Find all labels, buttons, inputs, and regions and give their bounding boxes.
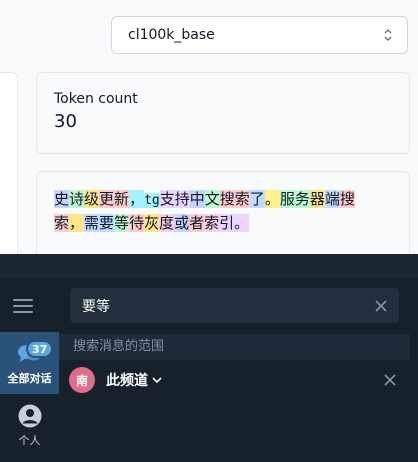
channel-scope-label: 此频道 — [106, 373, 148, 389]
folder-personal-label: 个人 — [18, 434, 41, 447]
token-span: 索 — [204, 214, 220, 232]
unread-badge: 37 — [26, 340, 54, 358]
token-span: 灰 — [144, 214, 160, 232]
search-input[interactable] — [82, 297, 375, 314]
token-span: 文 — [204, 190, 220, 208]
left-panel-card — [0, 72, 18, 274]
token-span: 需要 — [84, 214, 115, 232]
encoding-select-value: cl100k_base — [128, 27, 215, 43]
channel-avatar: 南 — [69, 367, 95, 393]
overlay-title-bar — [0, 254, 418, 278]
tokenized-text-card: 史诗级更新，tg支持中文搜索了。服务器端搜索，需要等待灰度或者索引。 — [36, 171, 410, 261]
token-span: 中 — [189, 190, 205, 208]
token-span: 器 — [309, 190, 325, 208]
token-count-card: Token count 30 — [36, 72, 410, 154]
search-scope-header: 搜索消息的范围 — [59, 334, 410, 360]
search-scope-channel[interactable]: 南 此频道 — [59, 360, 410, 400]
token-span: 搜 — [339, 190, 355, 208]
token-count-label: Token count — [54, 91, 138, 107]
token-span: ， — [69, 214, 85, 232]
folder-sidebar: 37 全部对话 个人 — [0, 332, 59, 462]
folder-all-chats-label: 全部对话 — [7, 372, 52, 385]
tokenized-text: 史诗级更新，tg支持中文搜索了。服务器端搜索，需要等待灰度或者索引。 — [54, 188, 384, 235]
token-span: 等 — [114, 214, 130, 232]
select-updown-icon — [384, 29, 392, 41]
token-span: 度 — [159, 214, 175, 232]
chevron-down-icon[interactable] — [152, 376, 162, 384]
menu-icon[interactable] — [13, 299, 33, 313]
person-icon — [18, 404, 41, 428]
token-span: 索 — [54, 214, 70, 232]
token-span: 。 — [234, 214, 250, 232]
token-span: 或 — [174, 214, 190, 232]
token-span: 了 — [249, 190, 265, 208]
chat-search-overlay: 37 全部对话 个人 搜索消息的范围 南 此频道 — [0, 254, 418, 462]
token-span: 搜索 — [219, 190, 250, 208]
search-box[interactable] — [70, 288, 399, 323]
token-span: 更新 — [99, 190, 130, 208]
clear-search-icon[interactable] — [375, 299, 387, 312]
token-span: 支持 — [159, 190, 190, 208]
token-count-value: 30 — [54, 111, 77, 132]
folder-personal[interactable]: 个人 — [0, 404, 59, 448]
token-span: 者 — [189, 214, 205, 232]
token-span: 引 — [219, 214, 235, 232]
token-span: 服务 — [279, 190, 310, 208]
folder-all-chats[interactable]: 37 全部对话 — [0, 332, 59, 394]
token-span: tg — [144, 193, 160, 208]
token-span: 史 — [54, 190, 70, 208]
remove-scope-icon[interactable] — [384, 374, 396, 386]
token-span: 。 — [264, 190, 280, 208]
token-span: 端 — [324, 190, 340, 208]
encoding-select[interactable]: cl100k_base — [111, 16, 408, 54]
token-span: 待 — [129, 214, 145, 232]
token-span: 级 — [84, 190, 100, 208]
token-span: ， — [129, 190, 145, 208]
token-span: 诗 — [69, 190, 85, 208]
